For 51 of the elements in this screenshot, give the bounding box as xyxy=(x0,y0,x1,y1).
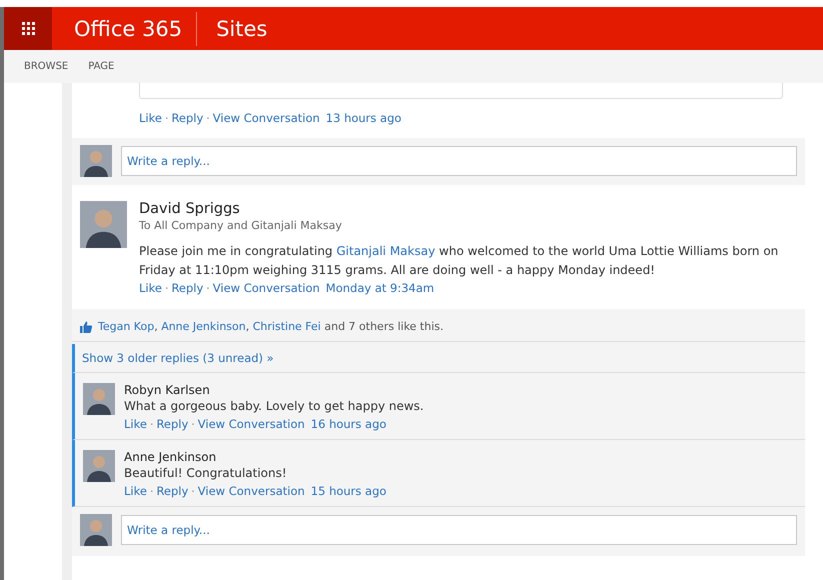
action-link[interactable]: View Conversation xyxy=(198,484,305,498)
action-link[interactable]: View Conversation xyxy=(212,111,320,125)
action-link[interactable]: Reply xyxy=(171,111,204,125)
reply-text: What a gorgeous baby. Lovely to get happy news. xyxy=(124,399,424,413)
timestamp-link[interactable]: 13 hours ago xyxy=(326,111,402,125)
separator-dot: · xyxy=(150,484,154,498)
action-link[interactable]: Reply xyxy=(156,417,188,431)
avatar-placeholder xyxy=(80,514,112,546)
person-link[interactable]: Christine Fei xyxy=(252,320,321,333)
separator-dot: · xyxy=(191,418,195,430)
action-link[interactable]: Like xyxy=(124,417,147,431)
separator-dot: · xyxy=(150,418,154,430)
likes-text: Tegan Kop, Anne Jenkinson, Christine Fei and 7 others like this. xyxy=(98,320,444,333)
author-name[interactable]: Robyn Karlsen xyxy=(124,383,424,397)
action-link[interactable]: Reply xyxy=(156,484,188,498)
action-link[interactable]: Like xyxy=(139,281,162,295)
post-text: Please join me in congratulating Gitanjali Maksay who welcomed to the world Uma Lottie Williams born on Friday at 11:10pm weighing 3115 grams. All are doing well - a happy Monday indeed! xyxy=(139,243,780,279)
person-link[interactable]: Anne Jenkinson xyxy=(161,320,246,333)
reply-text: Beautiful! Congratulations! xyxy=(124,466,288,480)
thumbs-up-icon xyxy=(80,320,92,332)
avatar-placeholder xyxy=(80,145,112,177)
action-link[interactable]: View Conversation xyxy=(212,281,320,295)
timestamp-link[interactable]: 15 hours ago xyxy=(310,484,386,498)
separator-dot: · xyxy=(191,484,195,498)
app-launcher-button[interactable] xyxy=(4,7,52,50)
reply-input[interactable]: Write a reply... xyxy=(121,515,797,545)
person-link[interactable]: Tegan Kop xyxy=(98,320,154,333)
older-replies-link[interactable]: Show 3 older replies (3 unread) » xyxy=(82,351,274,365)
reply-input[interactable]: Write a reply... xyxy=(121,146,797,176)
author-name[interactable]: Anne Jenkinson xyxy=(124,450,386,464)
author-name[interactable]: David Spriggs xyxy=(139,201,789,217)
ribbon-tab[interactable]: BROWSE xyxy=(24,61,68,72)
audience-text: To All Company and Gitanjali Maksay xyxy=(139,219,343,232)
separator-dot: · xyxy=(206,282,210,294)
action-link[interactable]: View Conversation xyxy=(198,417,305,431)
timestamp-link[interactable]: Monday at 9:34am xyxy=(326,281,434,295)
timestamp-link[interactable]: 16 hours ago xyxy=(310,417,386,431)
action-link[interactable]: Reply xyxy=(171,281,204,295)
app-title[interactable]: Office 365 xyxy=(52,16,196,40)
separator-dot: · xyxy=(164,282,168,294)
action-link[interactable]: Like xyxy=(139,111,162,125)
grid-icon xyxy=(22,22,34,35)
action-link[interactable]: Like xyxy=(124,484,147,498)
separator-dot: · xyxy=(164,112,168,124)
avatar-placeholder xyxy=(83,383,115,415)
mention-link[interactable]: Gitanjali Maksay xyxy=(336,244,436,258)
site-title[interactable]: Sites xyxy=(197,16,268,40)
avatar-placeholder xyxy=(83,450,115,482)
avatar-placeholder xyxy=(80,201,127,248)
separator-dot: · xyxy=(206,112,210,124)
ribbon-tab[interactable]: PAGE xyxy=(88,61,114,72)
